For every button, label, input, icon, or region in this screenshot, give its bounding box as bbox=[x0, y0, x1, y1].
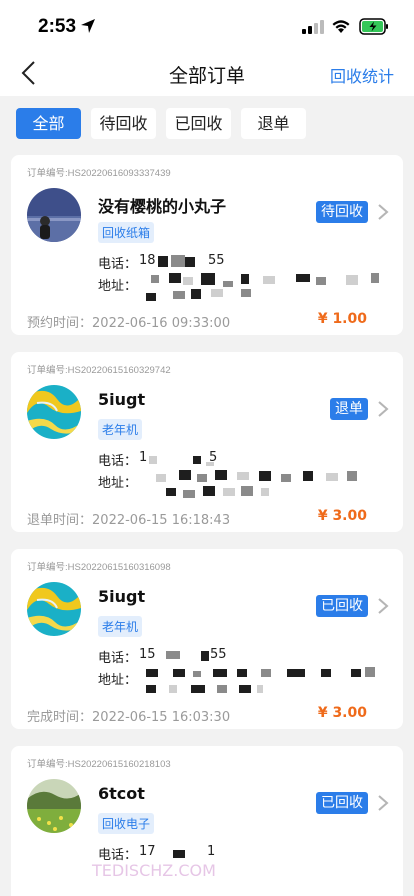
location-arrow-icon bbox=[81, 19, 95, 33]
nickname: 6tcot bbox=[98, 784, 145, 803]
address-label: 地址： bbox=[98, 476, 138, 491]
avatar bbox=[27, 385, 81, 439]
complete-time: 完成时间：2022-06-15 16:03:30 bbox=[27, 710, 231, 725]
order-card[interactable]: 订单编号:HS20220615160329742 5iugt 老年机 退单 电话… bbox=[11, 352, 403, 532]
avatar bbox=[27, 188, 81, 242]
category-tag: 回收电子 bbox=[98, 813, 155, 834]
time-label: 完成时间 bbox=[27, 710, 80, 725]
order-amount: ¥ 1.00 bbox=[317, 311, 367, 327]
nickname: 没有樱桃的小丸子 bbox=[98, 197, 227, 216]
phone-label: 电话： bbox=[98, 651, 138, 666]
status-badge: 退单 bbox=[330, 398, 368, 420]
watermark: TEDISCHZ.COM bbox=[92, 861, 216, 880]
signal-icon bbox=[302, 20, 324, 34]
recycle-stats-link[interactable]: 回收统计 bbox=[330, 63, 394, 87]
wifi-icon bbox=[332, 20, 350, 33]
order-card[interactable]: 订单编号:HS20220616093337439 没有樱桃的小丸子 回收纸箱 待… bbox=[11, 155, 403, 335]
address-label: 地址： bbox=[98, 279, 138, 294]
category-tag: 老年机 bbox=[98, 419, 143, 440]
address-label: 地址： bbox=[98, 673, 138, 688]
category-tag: 回收纸箱 bbox=[98, 222, 155, 243]
nickname: 5iugt bbox=[98, 587, 146, 606]
time-label: 预约时间 bbox=[27, 316, 80, 331]
phone-prefix: 17 bbox=[139, 844, 156, 859]
order-number: 订单编号:HS20220615160218103 bbox=[27, 759, 171, 770]
chevron-right-icon bbox=[378, 401, 389, 417]
order-amount: ¥ 3.00 bbox=[317, 508, 367, 524]
watermark-text: TEDISCHZ.COM bbox=[92, 861, 216, 880]
avatar bbox=[27, 582, 81, 636]
refund-time: 退单时间：2022-06-15 16:18:43 bbox=[27, 513, 231, 528]
tab-all[interactable]: 全部 bbox=[16, 108, 81, 139]
phone-suffix: 55 bbox=[210, 647, 227, 662]
chevron-right-icon bbox=[378, 204, 389, 220]
chevron-right-icon bbox=[378, 598, 389, 614]
status-badge: 已回收 bbox=[316, 792, 368, 814]
battery-icon bbox=[359, 18, 388, 35]
phone-label: 电话： bbox=[98, 257, 138, 272]
tab-recycled[interactable]: 已回收 bbox=[166, 108, 231, 139]
chevron-right-icon bbox=[378, 795, 389, 811]
time-label: 退单时间 bbox=[27, 513, 80, 528]
order-number: 订单编号:HS20220615160316098 bbox=[27, 562, 171, 573]
phone-prefix: 1 bbox=[139, 450, 148, 465]
nickname: 5iugt bbox=[98, 390, 146, 409]
phone-suffix: 1 bbox=[207, 844, 216, 859]
status-bar: 2:53 bbox=[0, 0, 414, 50]
phone-prefix: 15 bbox=[139, 647, 156, 662]
order-amount: ¥ 3.00 bbox=[317, 705, 367, 721]
status-badge: 已回收 bbox=[316, 595, 368, 617]
order-card[interactable]: 订单编号:HS20220615160316098 5iugt 老年机 已回收 电… bbox=[11, 549, 403, 729]
phone-suffix: 55 bbox=[208, 253, 225, 268]
category-tag: 老年机 bbox=[98, 616, 143, 637]
avatar bbox=[27, 779, 81, 833]
order-number: 订单编号:HS20220616093337439 bbox=[27, 168, 171, 179]
reserve-time: 预约时间：2022-06-16 09:33:00 bbox=[27, 316, 231, 331]
time-value: 2022-06-16 09:33:00 bbox=[92, 316, 231, 331]
nav-bar: 全部订单 回收统计 bbox=[0, 50, 414, 96]
phone-suffix: 5 bbox=[209, 450, 218, 465]
status-badge: 待回收 bbox=[316, 201, 368, 223]
status-time: 2:53 bbox=[38, 16, 77, 37]
order-filter-tabs: 全部 待回收 已回收 退单 bbox=[0, 96, 414, 151]
time-value: 2022-06-15 16:18:43 bbox=[92, 513, 231, 528]
phone-prefix: 18 bbox=[139, 253, 156, 268]
tab-pending[interactable]: 待回收 bbox=[91, 108, 156, 139]
tab-refunded[interactable]: 退单 bbox=[241, 108, 306, 139]
phone-label: 电话： bbox=[98, 454, 138, 469]
order-number: 订单编号:HS20220615160329742 bbox=[27, 365, 171, 376]
time-value: 2022-06-15 16:03:30 bbox=[92, 710, 231, 725]
